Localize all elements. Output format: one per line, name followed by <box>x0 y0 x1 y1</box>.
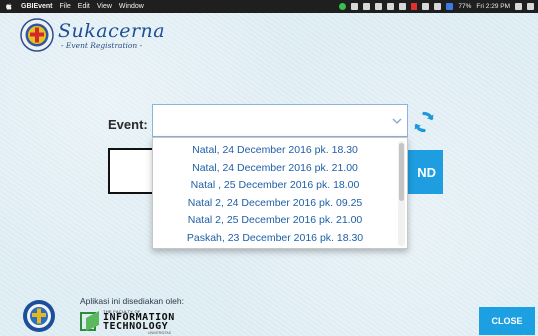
dropdown-scrollbar[interactable] <box>398 141 405 246</box>
event-dropdown-list: Natal, 24 December 2016 pk. 18.30 Natal,… <box>152 137 408 249</box>
status-bluetooth-icon[interactable] <box>434 3 442 10</box>
close-button[interactable]: CLOSE <box>479 307 535 335</box>
menu-view[interactable]: View <box>97 3 112 10</box>
status-volume-icon[interactable] <box>422 3 430 10</box>
event-label: Event: <box>108 117 148 132</box>
status-sync-icon[interactable] <box>363 3 371 10</box>
church-emblem-icon <box>20 18 54 52</box>
chevron-down-icon[interactable] <box>392 117 402 125</box>
menu-edit[interactable]: Edit <box>78 3 90 10</box>
dropdown-scroll-thumb[interactable] <box>399 143 404 201</box>
menu-app-name[interactable]: GBIEvent <box>21 3 53 10</box>
menu-bar: GBIEvent File Edit View Window 77% Fri 2… <box>0 0 538 13</box>
provided-by-text: Aplikasi ini disediakan oleh: <box>80 296 184 306</box>
submit-button-label: ND <box>417 164 436 180</box>
event-option[interactable]: Natal, 24 December 2016 pk. 21.00 <box>153 160 397 178</box>
status-screen-icon[interactable] <box>375 3 383 10</box>
status-shield-icon[interactable] <box>351 3 359 10</box>
faculty-logo: THE FACULTY OF INFORMATION TECHNOLOGY UN… <box>80 308 230 335</box>
menu-file[interactable]: File <box>60 3 71 10</box>
spotlight-search-icon[interactable] <box>515 3 522 10</box>
event-option[interactable]: Natal 2, 25 December 2016 pk. 21.00 <box>153 212 397 230</box>
brand-title: Sukacerna <box>58 20 166 42</box>
event-option[interactable]: Natal 2, 24 December 2016 pk. 09.25 <box>153 195 397 213</box>
event-select[interactable] <box>152 104 408 137</box>
status-input-icon[interactable] <box>446 3 454 10</box>
university-small-text: UNIVERSITAS <box>148 331 172 335</box>
notification-center-icon[interactable] <box>527 3 534 10</box>
brand-subtitle: - Event Registration - <box>61 41 143 50</box>
menu-clock[interactable]: Fri 2:29 PM <box>476 3 510 10</box>
event-option[interactable]: Paskah, 23 December 2016 pk. 18.30 <box>153 230 397 248</box>
event-option[interactable]: Natal, 24 December 2016 pk. 18.30 <box>153 142 397 160</box>
registration-code-input[interactable] <box>108 148 158 194</box>
status-green-icon[interactable] <box>339 3 347 10</box>
dropdown-options: Natal, 24 December 2016 pk. 18.30 Natal,… <box>153 142 397 247</box>
brand-text: Sukacerna - Event Registration - <box>58 20 165 50</box>
refresh-icon[interactable] <box>412 110 436 134</box>
status-wifi-icon[interactable] <box>399 3 407 10</box>
status-record-icon[interactable] <box>411 3 418 10</box>
status-area: 77% Fri 2:29 PM <box>339 0 534 13</box>
status-clipboard-icon[interactable] <box>387 3 395 10</box>
close-button-label: CLOSE <box>491 316 523 326</box>
battery-percent[interactable]: 77% <box>458 3 471 10</box>
university-seal-icon <box>23 300 55 332</box>
menu-window[interactable]: Window <box>119 3 144 10</box>
event-option[interactable]: Natal , 25 December 2016 pk. 18.00 <box>153 177 397 195</box>
apple-icon[interactable] <box>4 2 14 11</box>
faculty-mark-icon <box>80 311 99 331</box>
app-logo: Sukacerna - Event Registration - <box>20 18 165 60</box>
